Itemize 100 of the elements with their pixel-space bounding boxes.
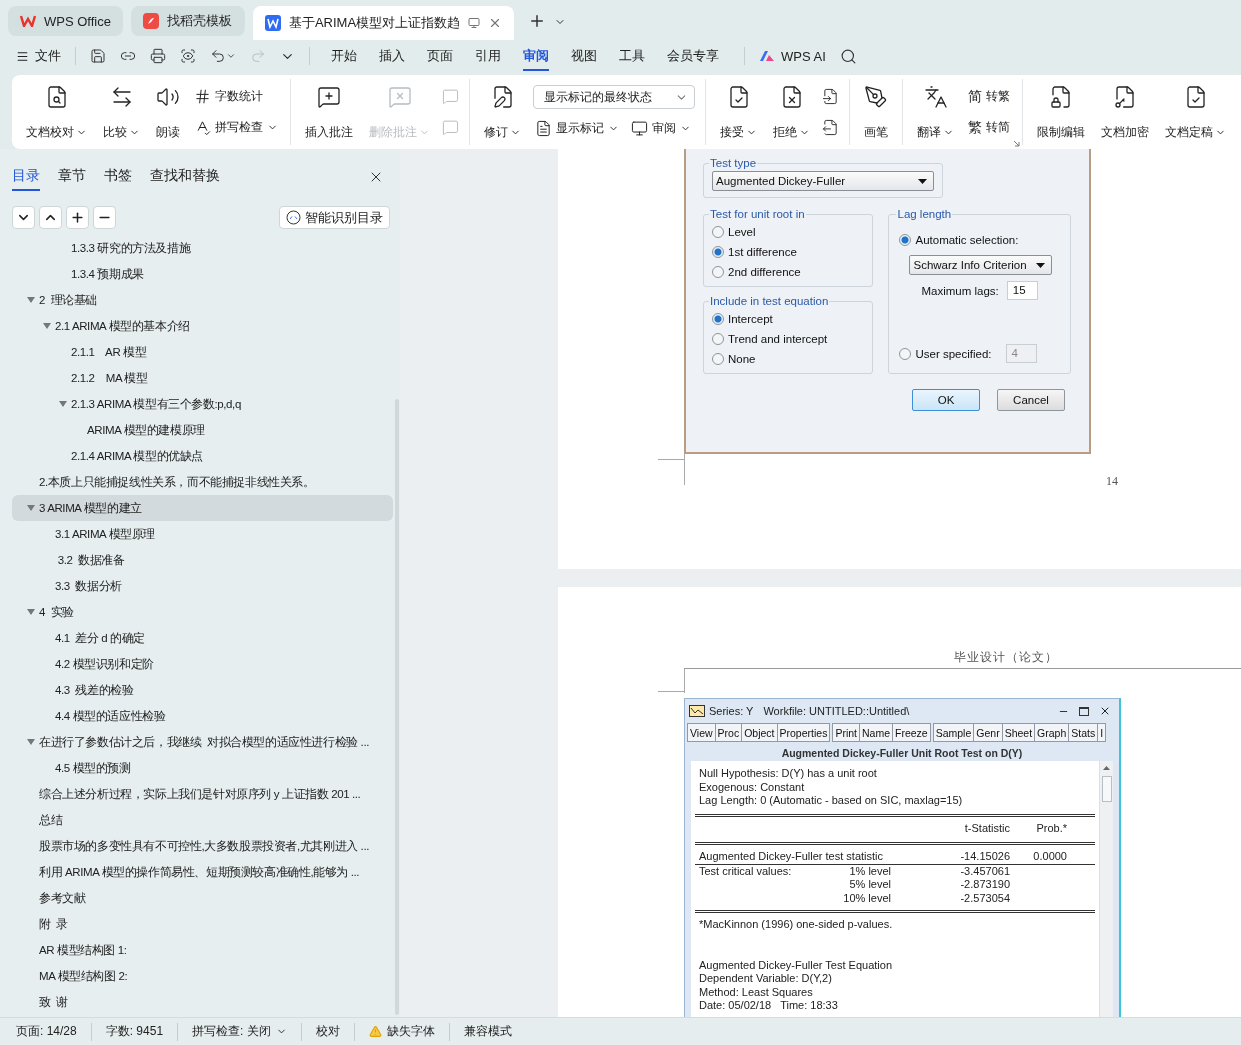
collapse-icon[interactable] (27, 504, 35, 512)
collapse-icon[interactable] (27, 608, 35, 616)
radio-icon[interactable] (899, 347, 912, 360)
ribbon-button[interactable]: 文档加密 (1097, 79, 1153, 145)
app-tab[interactable]: 基于ARIMA模型对上证指数趋 (252, 6, 515, 40)
ribbon-button[interactable]: 文档定稿 (1161, 79, 1230, 145)
menu-tab[interactable]: 审阅 (523, 41, 549, 71)
toc-item[interactable]: 3.2 数据准备 (12, 547, 393, 573)
toc-item[interactable]: 4.2 模型识别和定阶 (12, 651, 393, 677)
ribbon-button[interactable]: 画笔 (860, 79, 892, 145)
app-tab[interactable]: 找稻壳模板 (130, 6, 245, 36)
ribbon-button[interactable]: 拼写检查 (192, 117, 280, 138)
radio-icon[interactable] (712, 245, 724, 258)
radio-option[interactable]: Trend and intercept (712, 329, 865, 348)
toc-item[interactable]: 4.3 残差的检验 (12, 677, 393, 703)
launcher-icon[interactable] (1013, 140, 1020, 147)
toc-item[interactable]: 4.5 模型的预测 (12, 755, 393, 781)
toc-item[interactable]: 总结 (12, 807, 393, 833)
toc-item[interactable]: MA 模型结构图 2: (12, 963, 393, 989)
toolbar-button[interactable]: Proc (714, 723, 743, 742)
test-type-select[interactable]: Augmented Dickey-Fuller (712, 171, 934, 191)
dialog-button[interactable]: Cancel (997, 389, 1065, 411)
ribbon-button[interactable]: 插入批注 (301, 79, 357, 145)
radio-option[interactable]: None (712, 349, 865, 368)
toc-item[interactable]: 1.3.4 预期成果 (12, 261, 393, 287)
ribbon-button[interactable]: 审阅 (629, 117, 693, 139)
document-arrow-icon[interactable] (822, 88, 839, 105)
toolbar-button[interactable]: View (687, 723, 716, 742)
ribbon-button[interactable]: 比较 (99, 79, 144, 145)
save-icon[interactable] (90, 48, 106, 64)
preview-icon[interactable] (180, 48, 196, 64)
ribbon-button[interactable]: 拒绝 (769, 79, 814, 145)
status-item[interactable]: 字数: 9451 (105, 1023, 164, 1040)
ribbon-button[interactable]: 字数统计 (192, 86, 280, 107)
toc-item[interactable]: 股票市场的多变性具有不可控性,大多数股票投资者,尤其刚进入 ... (12, 833, 393, 859)
ribbon-button[interactable]: 显示标记 (533, 117, 621, 139)
toc-item[interactable]: 4.4 模型的适应性检验 (12, 703, 393, 729)
ribbon-button[interactable]: 翻译 (913, 79, 958, 145)
menu-tab[interactable]: 引用 (475, 41, 501, 71)
panel-tab[interactable]: 书签 (104, 167, 132, 191)
toolbar-button[interactable]: Freeze (892, 723, 931, 742)
radio-option[interactable]: Intercept (712, 309, 865, 328)
ribbon-button[interactable]: 限制编辑 (1033, 79, 1089, 145)
ribbon-button[interactable]: 繁 转简 (966, 116, 1012, 139)
collapse-icon[interactable] (27, 296, 35, 304)
maximize-icon[interactable] (1079, 706, 1089, 716)
radio-icon[interactable] (712, 225, 724, 238)
radio-option[interactable]: Level (712, 222, 865, 241)
ribbon-button[interactable]: 文档校对 (22, 79, 91, 145)
menu-tab[interactable]: 视图 (571, 41, 597, 71)
panel-tab[interactable]: 章节 (58, 167, 86, 191)
toc-item[interactable]: 综合上述分析过程，实际上我们是针对原序列 y 上证指数 201 ... (12, 781, 393, 807)
ribbon-button[interactable]: 接受 (716, 79, 761, 145)
radio-icon[interactable] (712, 352, 724, 365)
ribbon-button[interactable]: 修订 (480, 79, 525, 145)
toc-item[interactable]: 2.本质上只能捕捉线性关系，而不能捕捉非线性关系。 (12, 469, 393, 495)
criterion-select[interactable]: Schwarz Info Criterion (909, 255, 1053, 275)
toolbar-button[interactable]: Genr (973, 723, 1003, 742)
toc-item[interactable]: 4.1 差分 d 的确定 (12, 625, 393, 651)
scroll-thumb[interactable] (1101, 776, 1112, 802)
radio-icon[interactable] (712, 265, 724, 278)
expand-button[interactable] (12, 206, 35, 229)
radio-option[interactable]: 2nd difference (712, 262, 865, 281)
toc-item[interactable]: 参考文献 (12, 885, 393, 911)
toc-item[interactable]: 2 理论基础 (12, 287, 393, 313)
toc-item[interactable]: 在进行了参数估计之后，我继续 对拟合模型的适应性进行检验 ... (12, 729, 393, 755)
ribbon-button[interactable]: 简 转繁 (966, 85, 1012, 108)
menu-tab[interactable]: 工具 (619, 41, 645, 71)
search-icon[interactable] (839, 47, 857, 65)
ai-button[interactable]: WPS AI (759, 48, 826, 64)
status-item[interactable]: 兼容模式 (463, 1023, 512, 1040)
ribbon-button[interactable]: 朗读 (152, 79, 184, 145)
toolbar-button[interactable]: Graph (1034, 723, 1070, 742)
scrollbar[interactable] (1099, 761, 1113, 1017)
undo-icon[interactable] (210, 48, 226, 64)
radio-icon[interactable] (712, 332, 724, 345)
toc-item[interactable]: 利用 ARIMA 模型的操作简易性、短期预测较高准确性,能够为 ... (12, 859, 393, 885)
collapse-icon[interactable] (27, 738, 35, 746)
toc-item[interactable]: 2.1.2 MA 模型 (12, 365, 393, 391)
panel-tab[interactable]: 目录 (12, 167, 40, 191)
toc-item[interactable]: 1.3.3 研究的方法及措施 (12, 235, 393, 261)
toc-item[interactable]: 2.1.3 ARIMA 模型有三个参数:p,d,q (12, 391, 393, 417)
toolbar-button[interactable]: Object (741, 723, 778, 742)
toc-item[interactable]: AR 模型结构图 1: (12, 937, 393, 963)
panel-tab[interactable]: 查找和替换 (150, 167, 220, 191)
document-arrow-icon[interactable] (822, 119, 839, 136)
toolbar-button[interactable]: Sheet (1001, 723, 1036, 742)
toc-item[interactable]: 附 录 (12, 911, 393, 937)
toolbar-button[interactable]: Properties (776, 723, 831, 742)
smart-toc-button[interactable]: 智能识别目录 (279, 206, 390, 229)
radio-icon[interactable] (899, 233, 912, 246)
dialog-button[interactable]: OK (912, 389, 980, 411)
toolbar-button[interactable]: I (1097, 723, 1107, 742)
toolbar-button[interactable]: Sample (932, 723, 975, 742)
toc-item[interactable]: 3 ARIMA 模型的建立 (12, 495, 393, 521)
toc-item[interactable]: 2.1.1 AR 模型 (12, 339, 393, 365)
toc-item[interactable]: 3.1 ARIMA 模型原理 (12, 521, 393, 547)
toc-item[interactable]: 致 谢 (12, 989, 393, 1015)
toc-item[interactable]: 4 实验 (12, 599, 393, 625)
file-menu[interactable]: 文件 (16, 47, 61, 65)
